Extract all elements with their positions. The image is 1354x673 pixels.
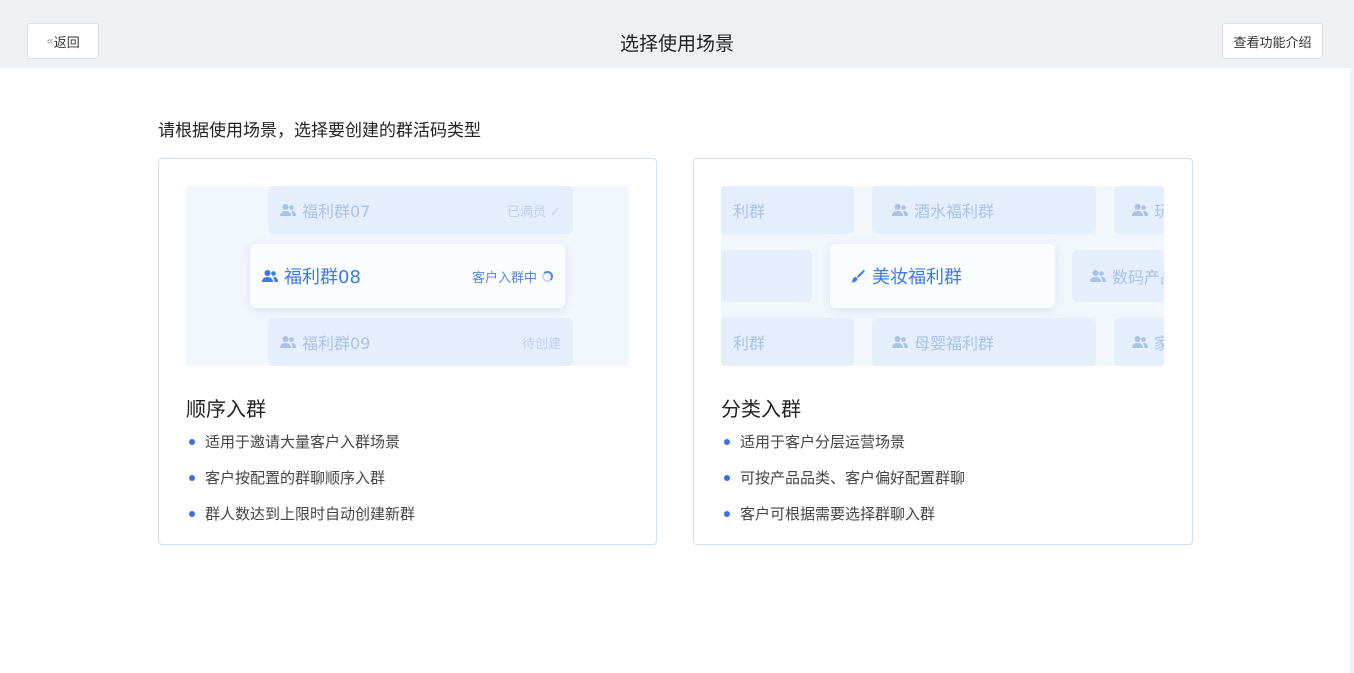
group-name: 美妆福利群 <box>872 267 962 288</box>
preview-group-slot: 玩 <box>1114 186 1164 234</box>
group-state: 客户入群中 <box>472 267 553 286</box>
users-icon <box>280 335 296 349</box>
bullet-dot-icon <box>189 439 195 445</box>
preview-group-slot <box>721 250 812 302</box>
scene-card-sequential[interactable]: 福利群07 已满员 ✓ 福利群08 客户入群中 福利群09 待创建 顺序入群 适… <box>158 158 657 545</box>
users-icon <box>280 203 296 217</box>
users-icon <box>262 269 278 283</box>
group-name: 母婴福利群 <box>914 334 995 353</box>
group-name: 利群 <box>733 334 766 353</box>
card-title: 分类入群 <box>721 397 801 421</box>
feature-item: 群人数达到上限时自动创建新群 <box>189 503 415 539</box>
view-intro-button[interactable]: 查看功能介绍 <box>1222 23 1323 59</box>
group-name: 数码产品 <box>1112 268 1164 287</box>
feature-list: 适用于客户分层运营场景 可按产品品类、客户偏好配置群聊 客户可根据需要选择群聊入… <box>724 431 965 539</box>
feature-text: 适用于邀请大量客户入群场景 <box>205 433 401 451</box>
bullet-dot-icon <box>724 475 730 481</box>
feature-text: 适用于客户分层运营场景 <box>740 433 906 451</box>
feature-item: 适用于邀请大量客户入群场景 <box>189 431 415 467</box>
loading-spinner-icon <box>542 270 553 282</box>
preview-group-slot: 母婴福利群 <box>872 318 1096 366</box>
preview-group-slot: 家 <box>1114 318 1164 366</box>
group-state: 已满员 ✓ <box>506 204 561 220</box>
preview-group-slot: 数码产品 <box>1072 250 1164 302</box>
feature-text: 客户可根据需要选择群聊入群 <box>740 505 936 523</box>
preview-group-slot: 利群 <box>721 186 854 234</box>
group-name: 福利群08 <box>284 267 361 288</box>
group-name: 家 <box>1154 334 1164 353</box>
page-title: 选择使用场景 <box>619 33 734 55</box>
bullet-dot-icon <box>724 439 730 445</box>
group-name: 福利群09 <box>302 334 371 353</box>
brush-icon <box>850 269 866 283</box>
preview-group-slot: 福利群09 待创建 <box>268 318 573 366</box>
group-state: 待创建 <box>521 336 561 352</box>
users-icon <box>1090 269 1106 283</box>
group-name: 利群 <box>733 202 766 221</box>
sequential-preview: 福利群07 已满员 ✓ 福利群08 客户入群中 福利群09 待创建 <box>186 186 629 366</box>
feature-list: 适用于邀请大量客户入群场景 客户按配置的群聊顺序入群 群人数达到上限时自动创建新… <box>189 431 415 539</box>
top-header: ‹‹ 返回 选择使用场景 查看功能介绍 <box>0 0 1354 68</box>
users-icon <box>1132 335 1148 349</box>
group-state-text: 客户入群中 <box>471 270 537 286</box>
feature-text: 可按产品品类、客户偏好配置群聊 <box>740 469 966 487</box>
feature-text: 群人数达到上限时自动创建新群 <box>205 505 416 523</box>
scrollbar[interactable] <box>1350 68 1354 673</box>
group-name: 酒水福利群 <box>914 202 995 221</box>
preview-group-slot: 酒水福利群 <box>872 186 1096 234</box>
users-icon <box>892 203 908 217</box>
preview-group-slot-active: 美妆福利群 <box>830 244 1055 308</box>
category-preview: 利群 酒水福利群 玩 美妆福利群 数码产品 利群 母婴福利群 家 <box>721 186 1164 366</box>
bullet-dot-icon <box>724 511 730 517</box>
bullet-dot-icon <box>189 511 195 517</box>
feature-item: 适用于客户分层运营场景 <box>724 431 965 467</box>
users-icon <box>892 335 908 349</box>
preview-group-slot: 福利群07 已满员 ✓ <box>268 186 573 234</box>
feature-item: 客户按配置的群聊顺序入群 <box>189 467 415 503</box>
feature-text: 客户按配置的群聊顺序入群 <box>205 469 386 487</box>
group-name: 玩 <box>1154 202 1164 221</box>
feature-item: 客户可根据需要选择群聊入群 <box>724 503 965 539</box>
instruction-text: 请根据使用场景，选择要创建的群活码类型 <box>158 121 481 141</box>
scene-card-category[interactable]: 利群 酒水福利群 玩 美妆福利群 数码产品 利群 母婴福利群 家 <box>693 158 1193 545</box>
feature-item: 可按产品品类、客户偏好配置群聊 <box>724 467 965 503</box>
preview-group-slot: 利群 <box>721 318 854 366</box>
preview-group-slot-active: 福利群08 客户入群中 <box>250 244 565 308</box>
card-title: 顺序入群 <box>186 397 266 421</box>
bullet-dot-icon <box>189 475 195 481</box>
group-name: 福利群07 <box>302 202 371 221</box>
users-icon <box>1132 203 1148 217</box>
